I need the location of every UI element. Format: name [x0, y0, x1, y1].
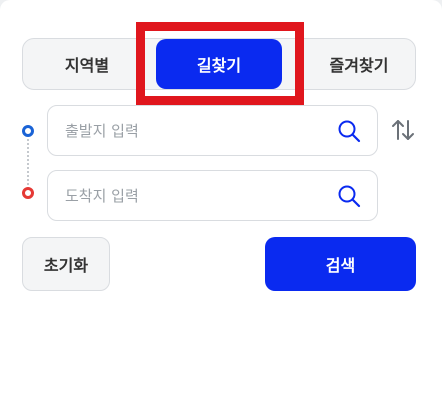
- route-connector: [27, 139, 29, 185]
- origin-field: [47, 105, 378, 156]
- tab-region-label: 지역별: [64, 56, 110, 75]
- destination-field: [47, 170, 378, 221]
- search-button-label: 검색: [325, 256, 356, 275]
- search-icon[interactable]: [337, 119, 361, 143]
- search-icon[interactable]: [337, 184, 361, 208]
- route-search-panel: 지역별 즐겨찾기 길찾기 초기화: [0, 0, 442, 402]
- tab-favorites[interactable]: 즐겨찾기: [301, 39, 417, 89]
- reset-button[interactable]: 초기화: [22, 237, 110, 291]
- tab-region[interactable]: 지역별: [23, 39, 151, 89]
- map-background-edge: [0, 0, 442, 10]
- tab-route[interactable]: 길찾기: [156, 39, 282, 89]
- destination-input[interactable]: [65, 171, 325, 220]
- origin-input[interactable]: [65, 106, 325, 155]
- tab-favorites-label: 즐겨찾기: [329, 56, 389, 75]
- origin-dot-icon: [22, 125, 34, 137]
- swap-icon[interactable]: [390, 117, 416, 143]
- reset-button-label: 초기화: [43, 256, 89, 275]
- destination-dot-icon: [22, 187, 34, 199]
- tab-route-label: 길찾기: [196, 56, 242, 75]
- search-button[interactable]: 검색: [265, 237, 416, 291]
